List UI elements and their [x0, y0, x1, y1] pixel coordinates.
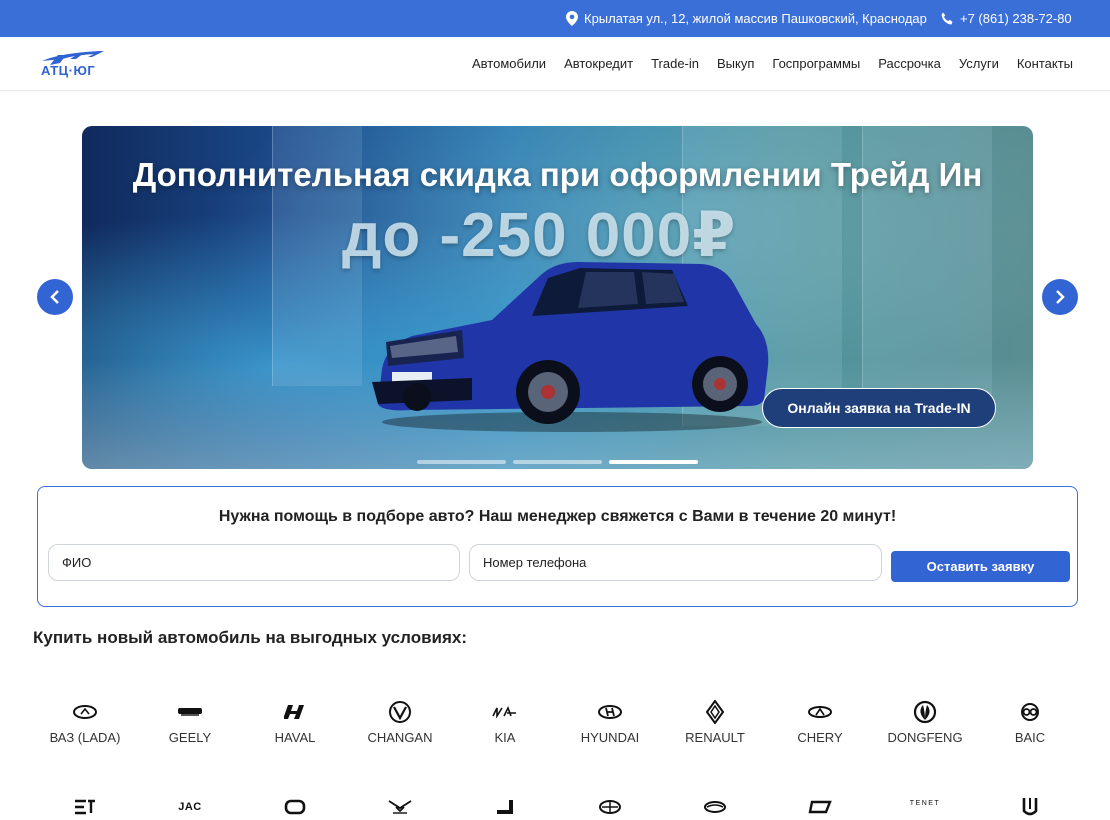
main-nav: Автомобили Автокредит Trade-in Выкуп Гос…: [472, 56, 1073, 71]
dongfeng-logo-icon: [913, 700, 937, 724]
nav-item-credit[interactable]: Автокредит: [564, 56, 633, 71]
nav-item-contacts[interactable]: Контакты: [1017, 56, 1073, 71]
brand-omoda[interactable]: [265, 796, 325, 818]
nav-item-services[interactable]: Услуги: [959, 56, 999, 71]
brand-solaris[interactable]: [685, 796, 745, 818]
nav-item-installment[interactable]: Рассрочка: [878, 56, 941, 71]
brand-name: BAIC: [1014, 730, 1046, 745]
slider-prev-button[interactable]: [37, 279, 73, 315]
gac-logo-icon: [599, 800, 621, 814]
slide-headline: Дополнительная скидка при оформлении Тре…: [132, 156, 983, 193]
brand-livan[interactable]: [790, 796, 850, 818]
brands-section-title: Купить новый автомобиль на выгодных усло…: [33, 628, 468, 647]
site-header: АТЦ·ЮГ Автомобили Автокредит Trade-in Вы…: [0, 37, 1110, 91]
lada-logo-icon: [73, 705, 97, 719]
logo-text: АТЦ·ЮГ: [41, 63, 96, 78]
brand-jaecoo[interactable]: [1000, 796, 1060, 818]
chery-logo-icon: [808, 706, 832, 718]
brand-name: HAVAL: [274, 730, 316, 745]
geely-logo-icon: [178, 708, 202, 716]
submit-request-button[interactable]: Оставить заявку: [891, 551, 1070, 582]
brand-name: KIA: [494, 730, 516, 745]
brand-renault[interactable]: RENAULT: [665, 700, 765, 745]
top-contact-bar: Крылатая ул., 12, жилой массив Пашковски…: [0, 0, 1110, 37]
brand-name: GEELY: [168, 730, 212, 745]
slider-next-button[interactable]: [1042, 279, 1078, 315]
phone-icon: [941, 12, 953, 24]
brand-geely[interactable]: GEELY: [140, 700, 240, 745]
name-field[interactable]: [48, 544, 460, 581]
livan-logo-icon: [808, 800, 832, 814]
brand-jetour[interactable]: [475, 796, 535, 818]
exeed-logo-icon: [75, 799, 95, 815]
solaris-logo-icon: [704, 801, 726, 813]
hyundai-logo-icon: [598, 705, 622, 719]
nav-item-buyout[interactable]: Выкуп: [717, 56, 754, 71]
brand-name: CHERY: [797, 730, 843, 745]
brand-haval[interactable]: HAVAL: [245, 700, 345, 745]
slider-dots: [417, 460, 698, 464]
kaiyi-logo-icon: [388, 800, 412, 814]
jaecoo-logo-icon: [1022, 798, 1038, 816]
brand-name: CHANGAN: [367, 730, 433, 745]
brand-dongfeng[interactable]: DONGFENG: [875, 700, 975, 745]
brand-changan[interactable]: CHANGAN: [350, 700, 450, 745]
brand-baic[interactable]: BAIC: [980, 700, 1080, 745]
address-block[interactable]: Крылатая ул., 12, жилой массив Пашковски…: [566, 11, 927, 26]
baic-logo-icon: [1021, 703, 1039, 721]
chevron-left-icon: [50, 290, 59, 304]
brand-tenet[interactable]: TENET: [895, 792, 955, 814]
map-pin-icon: [566, 11, 578, 26]
slider-dot[interactable]: [513, 460, 602, 464]
phone-field[interactable]: [469, 544, 882, 581]
tenet-logo-icon: TENET: [909, 799, 941, 807]
nav-item-cars[interactable]: Автомобили: [472, 56, 546, 71]
brand-chery[interactable]: CHERY: [770, 700, 870, 745]
omoda-logo-icon: [284, 799, 306, 815]
kia-logo-icon: [492, 706, 516, 718]
brand-name: DONGFENG: [887, 730, 963, 745]
callback-title: Нужна помощь в подборе авто? Наш менедже…: [218, 508, 897, 525]
chevron-right-icon: [1056, 290, 1065, 304]
trade-in-request-button[interactable]: Онлайн заявка на Trade-IN: [762, 388, 996, 428]
brand-kaiyi[interactable]: [370, 796, 430, 818]
brand-jac[interactable]: JAC: [160, 796, 220, 818]
renault-logo-icon: [706, 700, 724, 724]
changan-logo-icon: [389, 701, 411, 723]
jac-logo-icon: JAC: [178, 801, 202, 813]
haval-logo-icon: [284, 705, 304, 719]
brand-lada[interactable]: ВАЗ (LADA): [35, 700, 135, 745]
jetour-logo-icon: [497, 800, 513, 814]
brand-exeed[interactable]: [55, 796, 115, 818]
slider-dot-active[interactable]: [609, 460, 698, 464]
promo-slider[interactable]: Дополнительная скидка при оформлении Тре…: [82, 126, 1033, 469]
slider-dot[interactable]: [417, 460, 506, 464]
brand-kia[interactable]: KIA: [455, 700, 555, 745]
address-text: Крылатая ул., 12, жилой массив Пашковски…: [584, 11, 927, 26]
brand-name: ВАЗ (LADA): [49, 730, 121, 745]
brand-gac[interactable]: [580, 796, 640, 818]
car-image: [372, 262, 769, 432]
nav-item-gov-programs[interactable]: Госпрограммы: [772, 56, 860, 71]
phone-block[interactable]: +7 (861) 238-72-80: [940, 11, 1072, 26]
brand-name: RENAULT: [685, 730, 745, 745]
brand-name: HYUNDAI: [580, 730, 640, 745]
nav-item-trade-in[interactable]: Trade-in: [651, 56, 699, 71]
callback-form: Нужна помощь в подборе авто? Наш менедже…: [37, 486, 1078, 607]
phone-text: +7 (861) 238-72-80: [960, 11, 1072, 26]
brand-hyundai[interactable]: HYUNDAI: [560, 700, 660, 745]
